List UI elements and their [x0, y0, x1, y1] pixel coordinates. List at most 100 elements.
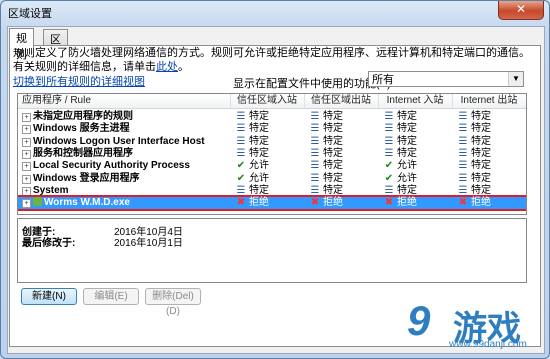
table-row[interactable]: + Windows Logon User Interface Host ☰ 特定 ☰ 特定… — [18, 136, 526, 148]
edit-button[interactable]: 编辑(E) — [83, 288, 139, 305]
table-header: 应用程序 / Rule 信任区域入站 信任区域出站 Internet 入站 In… — [18, 94, 526, 109]
rule-name-text: Windows 服务主进程 — [33, 123, 130, 135]
list-icon: ☰ — [236, 111, 246, 122]
list-icon: ☰ — [458, 184, 468, 196]
table-row[interactable]: + 服务和控制器应用程序 ☰ 特定 ☰ 特定 ☰ 特定 ☰ 特定 — [18, 148, 526, 160]
rule-name-text: Windows Logon User Interface Host — [33, 135, 205, 147]
expand-icon[interactable]: + — [22, 186, 31, 196]
status-trusted-in[interactable]: ✔ 允许 — [236, 173, 269, 185]
list-icon: ☰ — [310, 123, 320, 135]
status-text: 允许 — [397, 172, 417, 184]
chevron-down-icon[interactable]: ▼ — [508, 72, 523, 86]
list-icon: ☰ — [458, 160, 468, 172]
status-text: 特定 — [397, 111, 417, 122]
status-internet-out[interactable]: ☰ 特定 — [458, 160, 491, 172]
status-internet-out[interactable]: ☰ 特定 — [458, 111, 491, 123]
rule-name: Windows 登录应用程序 — [33, 173, 140, 185]
status-trusted-out[interactable]: ☰ 特定 — [310, 148, 343, 160]
deny-icon: ✖ — [236, 197, 246, 209]
status-text: 特定 — [397, 123, 417, 135]
list-icon: ☰ — [458, 111, 468, 122]
description: 规则定义了防火墙处理网络通信的方式。规则可允许或拒绝特定应用程序、远程计算机和特… — [13, 46, 533, 74]
status-internet-out[interactable]: ☰ 特定 — [458, 123, 491, 135]
rule-name-text: Local Security Authority Process — [33, 160, 190, 172]
status-trusted-in[interactable]: ☰ 特定 — [236, 185, 269, 197]
expand-icon[interactable]: + — [22, 125, 31, 135]
status-trusted-out[interactable]: ✖ 拒绝 — [310, 197, 343, 209]
tab-rules[interactable]: 规则 — [9, 28, 34, 61]
status-text: 特定 — [249, 147, 269, 159]
table-row[interactable]: + Worms W.M.D.exe ✖ 拒绝 ✖ 拒绝 ✖ 拒绝 ✖ 拒绝 — [18, 195, 526, 212]
column-header-trusted-out[interactable]: 信任区域出站 — [304, 94, 379, 108]
status-trusted-in[interactable]: ✖ 拒绝 — [236, 197, 269, 209]
table-row[interactable]: + Windows 服务主进程 ☰ 特定 ☰ 特定 ☰ 特定 ☰ 特定 — [18, 123, 526, 135]
status-text: 允许 — [249, 172, 269, 184]
expand-icon[interactable]: + — [22, 137, 31, 147]
status-text: 特定 — [471, 160, 491, 172]
deny-icon: ✖ — [384, 197, 394, 209]
list-icon: ☰ — [458, 135, 468, 147]
status-text: 特定 — [323, 147, 343, 159]
close-button[interactable]: ✕ — [498, 1, 544, 20]
app-icon — [33, 197, 42, 207]
table-row[interactable]: + 未指定应用程序的规则 ☰ 特定 ☰ 特定 ☰ 特定 ☰ 特定 — [18, 111, 526, 123]
column-header-rule[interactable]: 应用程序 / Rule — [22, 94, 231, 108]
status-internet-in[interactable]: ☰ 特定 — [384, 185, 417, 197]
status-trusted-in[interactable]: ☰ 特定 — [236, 148, 269, 160]
status-internet-in[interactable]: ✖ 拒绝 — [384, 197, 417, 209]
rule-name-text: Windows 登录应用程序 — [33, 172, 140, 184]
new-button[interactable]: 新建(N) — [21, 288, 77, 305]
list-icon: ☰ — [384, 111, 394, 122]
delete-button[interactable]: 删除(Del)(D) — [145, 288, 201, 317]
table-row[interactable]: + System ☰ 特定 ☰ 特定 ☰ 特定 ☰ 特定 — [18, 185, 526, 197]
rules-table: 应用程序 / Rule 信任区域入站 信任区域出站 Internet 入站 In… — [17, 93, 527, 215]
status-text: 特定 — [397, 184, 417, 196]
status-text: 特定 — [471, 147, 491, 159]
rule-name: Windows Logon User Interface Host — [33, 136, 205, 148]
status-internet-in[interactable]: ☰ 特定 — [384, 136, 417, 148]
expand-icon[interactable]: + — [22, 162, 31, 172]
status-internet-in[interactable]: ☰ 特定 — [384, 148, 417, 160]
status-text: 拒绝 — [397, 197, 417, 209]
status-trusted-out[interactable]: ☰ 特定 — [310, 123, 343, 135]
table-row[interactable]: + Windows 登录应用程序 ✔ 允许 ☰ 特定 ✔ 允许 ☰ 特定 — [18, 173, 526, 185]
status-internet-out[interactable]: ☰ 特定 — [458, 136, 491, 148]
expand-icon[interactable]: + — [22, 149, 31, 159]
status-internet-in[interactable]: ✔ 允许 — [384, 173, 417, 185]
status-text: 特定 — [323, 135, 343, 147]
list-icon: ☰ — [236, 147, 246, 159]
status-text: 拒绝 — [323, 197, 343, 209]
status-internet-out[interactable]: ☰ 特定 — [458, 173, 491, 185]
status-trusted-out[interactable]: ☰ 特定 — [310, 173, 343, 185]
expand-icon[interactable]: + — [22, 199, 31, 209]
help-link[interactable]: 此处 — [156, 61, 178, 73]
status-trusted-in[interactable]: ☰ 特定 — [236, 136, 269, 148]
status-trusted-out[interactable]: ☰ 特定 — [310, 136, 343, 148]
deny-icon: ✖ — [310, 197, 320, 209]
expand-icon[interactable]: + — [22, 174, 31, 184]
column-header-internet-in[interactable]: Internet 入站 — [378, 94, 453, 108]
status-internet-out[interactable]: ☰ 特定 — [458, 148, 491, 160]
status-trusted-in[interactable]: ✔ 允许 — [236, 160, 269, 172]
watermark-site: www.99danji.com — [449, 339, 527, 350]
status-trusted-out[interactable]: ☰ 特定 — [310, 111, 343, 123]
title-bar[interactable]: 区域设置 ✕ — [1, 1, 549, 23]
status-text: 特定 — [471, 135, 491, 147]
expand-icon[interactable]: + — [22, 113, 31, 122]
status-text: 允许 — [249, 160, 269, 172]
column-header-internet-out[interactable]: Internet 出站 — [452, 94, 526, 108]
status-internet-out[interactable]: ✖ 拒绝 — [458, 197, 491, 209]
table-row[interactable]: + Local Security Authority Process ✔ 允许 ☰ 特定 ✔… — [18, 160, 526, 172]
status-internet-in[interactable]: ☰ 特定 — [384, 123, 417, 135]
status-trusted-out[interactable]: ☰ 特定 — [310, 185, 343, 197]
status-trusted-out[interactable]: ☰ 特定 — [310, 160, 343, 172]
switch-view-link[interactable]: 切换到所有规则的详细视图 — [13, 73, 145, 89]
status-trusted-in[interactable]: ☰ 特定 — [236, 123, 269, 135]
column-header-trusted-in[interactable]: 信任区域入站 — [230, 94, 305, 108]
list-icon: ☰ — [384, 147, 394, 159]
profile-select[interactable]: 所有 ▼ — [368, 71, 524, 87]
status-trusted-in[interactable]: ☰ 特定 — [236, 111, 269, 123]
status-internet-out[interactable]: ☰ 特定 — [458, 185, 491, 197]
status-internet-in[interactable]: ✔ 允许 — [384, 160, 417, 172]
status-internet-in[interactable]: ☰ 特定 — [384, 111, 417, 123]
